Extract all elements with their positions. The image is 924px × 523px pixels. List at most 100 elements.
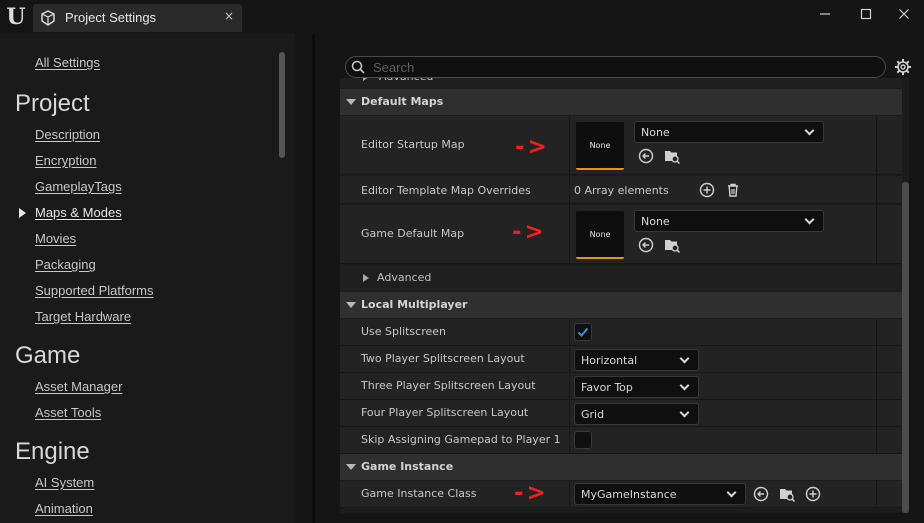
nav-item-description[interactable]: Description (35, 127, 100, 142)
chevron-down-icon (679, 353, 690, 364)
nav-item-asset-manager[interactable]: Asset Manager (35, 379, 122, 394)
settings-cube-icon (41, 10, 55, 26)
use-selected-asset-icon[interactable] (638, 237, 654, 253)
asset-thumbnail[interactable]: None (576, 122, 624, 170)
nav-item-encryption[interactable]: Encryption (35, 153, 96, 168)
category-game-instance[interactable]: Game Instance (340, 454, 909, 480)
browse-class-icon[interactable] (779, 486, 795, 502)
nav-item-supported-platforms[interactable]: Supported Platforms (35, 283, 154, 298)
combo-value: Favor Top (581, 381, 633, 394)
create-new-class-icon[interactable] (805, 486, 821, 502)
settings-nav: All Settings Project Description Encrypt… (0, 34, 295, 523)
array-element-count: 0 Array elements (574, 184, 669, 197)
collapse-arrow-icon (346, 99, 356, 105)
browse-asset-icon[interactable] (664, 237, 680, 253)
use-splitscreen-checkbox[interactable] (574, 323, 592, 341)
property-label: Game Default Map (361, 227, 465, 240)
column-divider (569, 346, 570, 372)
nav-item-packaging[interactable]: Packaging (35, 257, 96, 272)
nav-item-target-hardware[interactable]: Target Hardware (35, 309, 131, 324)
add-element-icon[interactable] (699, 182, 715, 198)
column-divider (569, 481, 570, 507)
minimize-icon (820, 13, 830, 15)
category-title: Default Maps (361, 95, 444, 108)
annotation-arrow: -> (514, 480, 549, 506)
nav-heading-engine: Engine (15, 438, 90, 465)
chevron-down-icon (804, 214, 815, 225)
expand-arrow-icon (363, 78, 369, 81)
skip-gamepad-checkbox[interactable] (574, 431, 592, 449)
four-player-layout-dropdown[interactable]: Grid (574, 403, 699, 425)
column-divider (569, 319, 570, 345)
nav-item-asset-tools[interactable]: Asset Tools (35, 405, 101, 420)
property-grid: Advanced Default Maps Editor Startup Map… (340, 78, 909, 513)
column-divider (569, 373, 570, 399)
row-two-player-layout: Two Player Splitscreen Layout Horizontal (340, 346, 909, 373)
close-icon (899, 9, 909, 19)
use-selected-asset-icon[interactable] (638, 148, 654, 164)
nav-scrollbar[interactable] (279, 52, 285, 158)
three-player-layout-dropdown[interactable]: Favor Top (574, 376, 699, 398)
category-default-maps[interactable]: Default Maps (340, 89, 909, 115)
chevron-down-icon (679, 407, 690, 418)
property-label: Four Player Splitscreen Layout (361, 406, 529, 419)
column-divider (876, 481, 877, 507)
combo-value: None (641, 215, 670, 228)
row-three-player-layout: Three Player Splitscreen Layout Favor To… (340, 373, 909, 400)
maximize-icon (860, 8, 872, 20)
advanced-label: Advanced (379, 78, 433, 83)
nav-all-settings[interactable]: All Settings (35, 55, 100, 70)
combo-value: Horizontal (581, 354, 638, 367)
row-game-default-map: Game Default Map None None (340, 205, 909, 264)
column-divider (569, 116, 570, 174)
tab-close-icon[interactable]: × (224, 9, 234, 23)
nav-item-gameplaytags[interactable]: GameplayTags (35, 179, 122, 194)
collapse-arrow-icon (346, 464, 356, 470)
row-four-player-layout: Four Player Splitscreen Layout Grid (340, 400, 909, 427)
advanced-row[interactable]: Advanced (340, 265, 909, 291)
map-picker-combo[interactable]: None (634, 210, 824, 232)
search-icon (351, 60, 365, 74)
row-editor-template-map-overrides: Editor Template Map Overrides 0 Array el… (340, 176, 909, 204)
annotation-arrow: -> (515, 134, 550, 160)
tab-title: Project Settings (65, 10, 157, 25)
project-settings-tab[interactable]: Project Settings × (33, 4, 242, 32)
column-divider (876, 116, 877, 174)
expand-arrow-icon (363, 274, 369, 282)
thumbnail-label: None (589, 230, 611, 239)
nav-item-ai-system[interactable]: AI System (35, 475, 94, 490)
column-divider (569, 176, 570, 203)
search-placeholder: Search (373, 60, 415, 75)
advanced-row-top[interactable]: Advanced (340, 78, 909, 88)
category-local-multiplayer[interactable]: Local Multiplayer (340, 292, 909, 318)
chevron-down-icon (804, 125, 815, 136)
details-panel: Search Advanced Default Maps Editor Star… (315, 34, 924, 523)
row-skip-gamepad: Skip Assigning Gamepad to Player 1 (340, 427, 909, 454)
search-input[interactable]: Search (345, 56, 886, 78)
game-instance-class-picker[interactable]: MyGameInstance (574, 483, 746, 505)
row-use-splitscreen: Use Splitscreen (340, 319, 909, 346)
property-label: Editor Startup Map (361, 138, 465, 151)
chevron-down-icon (679, 380, 690, 391)
asset-thumbnail[interactable]: None (576, 211, 624, 259)
browse-asset-icon[interactable] (664, 148, 680, 164)
annotation-arrow: -> (512, 219, 547, 245)
combo-value: Grid (581, 408, 605, 421)
advanced-label: Advanced (377, 271, 432, 284)
nav-item-movies[interactable]: Movies (35, 231, 76, 246)
nav-selected-arrow-icon (19, 208, 26, 218)
column-divider (876, 400, 877, 426)
trash-icon[interactable] (725, 182, 741, 198)
details-scrollbar[interactable] (902, 182, 909, 513)
map-picker-combo[interactable]: None (634, 121, 824, 143)
nav-item-animation[interactable]: Animation (35, 501, 93, 516)
gear-icon[interactable] (894, 58, 912, 76)
maximize-button[interactable] (856, 6, 876, 26)
nav-heading-game: Game (15, 342, 81, 369)
two-player-layout-dropdown[interactable]: Horizontal (574, 349, 699, 371)
column-divider (569, 427, 570, 453)
minimize-button[interactable] (815, 6, 835, 26)
close-window-button[interactable] (894, 6, 914, 26)
nav-item-maps-modes[interactable]: Maps & Modes (35, 205, 122, 220)
use-selected-class-icon[interactable] (753, 486, 769, 502)
